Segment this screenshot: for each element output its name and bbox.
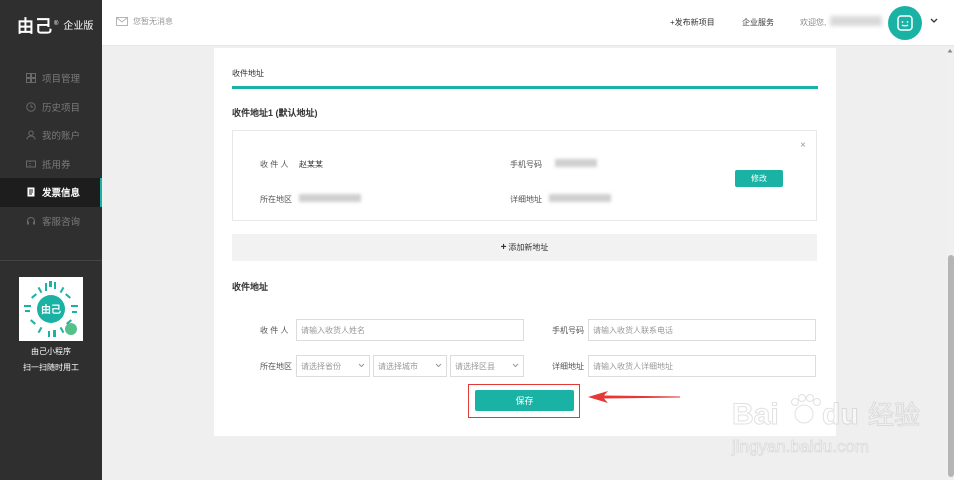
recipient-value: 赵某某 — [299, 160, 323, 169]
message-text: 您暂无消息 — [133, 17, 173, 26]
brand-logo[interactable]: 由己 ® 企业版 — [0, 0, 102, 48]
brand-edition: 企业版 — [63, 20, 94, 32]
recipient-name-input[interactable] — [296, 319, 524, 341]
add-new-address-button[interactable]: + 添加新地址 — [232, 234, 817, 261]
province-select[interactable]: 请选择省份 — [296, 355, 370, 377]
sidebar-item-label: 历史项目 — [42, 102, 81, 114]
headset-icon — [25, 215, 37, 227]
sidebar: 由己 ® 企业版 项目管理 历史项目 我的账户 抵用券 发票信息 客服咨询 由己… — [0, 0, 102, 480]
brand-registered-mark: ® — [54, 21, 59, 27]
tab-shipping-address[interactable]: 收件地址 — [232, 68, 264, 79]
district-select[interactable]: 请选择区县 — [450, 355, 524, 377]
detail-value-blurred — [549, 194, 611, 202]
coupon-icon — [25, 158, 37, 170]
chevron-down-icon[interactable] — [930, 18, 938, 24]
publish-project-link[interactable]: +发布新项目 — [670, 17, 715, 28]
address-card: 收件地址 收件地址1 (默认地址) × 收 件 人 赵某某 手机号码 所在地区 … — [214, 48, 836, 436]
sidebar-nav: 项目管理 历史项目 我的账户 抵用券 发票信息 客服咨询 — [0, 64, 102, 235]
sidebar-item-account[interactable]: 我的账户 — [0, 121, 102, 150]
phone-label: 手机号码 — [510, 160, 542, 169]
grid-icon — [25, 72, 37, 84]
red-arrow-annotation — [588, 391, 680, 403]
form-region-label: 所在地区 — [260, 362, 292, 371]
chevron-down-icon — [358, 363, 365, 368]
province-select-value: 请选择省份 — [301, 361, 341, 371]
saved-address-box: × 收 件 人 赵某某 手机号码 所在地区 详细地址 修改 — [232, 130, 817, 221]
sidebar-item-label: 发票信息 — [42, 188, 81, 200]
sidebar-item-label: 客服咨询 — [42, 216, 81, 228]
form-detail-label: 详细地址 — [552, 362, 584, 371]
saved-address-title: 收件地址1 (默认地址) — [232, 108, 318, 118]
sidebar-item-projects[interactable]: 项目管理 — [0, 64, 102, 93]
top-bar: 您暂无消息 +发布新项目 企业服务 欢迎您, — [102, 0, 954, 46]
sidebar-item-label: 我的账户 — [42, 131, 81, 143]
sidebar-item-coupons[interactable]: 抵用券 — [0, 150, 102, 179]
avatar[interactable] — [888, 6, 922, 40]
scroll-up-arrow-icon[interactable] — [947, 48, 953, 53]
avatar-face-icon — [897, 15, 913, 31]
message-indicator[interactable]: 您暂无消息 — [116, 16, 173, 27]
form-phone-label: 手机号码 — [552, 326, 584, 335]
plus-icon: + — [500, 242, 507, 253]
recipient-label: 收 件 人 — [260, 160, 289, 169]
invoice-icon — [25, 186, 37, 198]
recipient-phone-input[interactable] — [588, 319, 816, 341]
form-recipient-label: 收 件 人 — [260, 326, 289, 335]
phone-value-blurred — [555, 159, 597, 167]
sidebar-item-label: 抵用券 — [42, 159, 71, 171]
mini-program-qr-code: 由己 — [19, 277, 83, 341]
brand-name: 由己 — [17, 16, 53, 36]
region-label: 所在地区 — [260, 195, 292, 204]
sidebar-item-label: 项目管理 — [42, 74, 81, 86]
mail-icon — [116, 17, 128, 26]
sidebar-item-invoice[interactable]: 发票信息 — [0, 178, 102, 207]
watermark-url: jingyan.baidu.com — [731, 437, 869, 456]
sidebar-divider — [0, 260, 102, 261]
qr-code-icon: 由己 — [24, 281, 78, 337]
chevron-down-icon — [512, 363, 519, 368]
district-select-value: 请选择区县 — [455, 361, 495, 371]
chevron-down-icon — [435, 363, 442, 368]
sidebar-item-history[interactable]: 历史项目 — [0, 93, 102, 122]
edit-address-button[interactable]: 修改 — [735, 170, 783, 187]
clock-icon — [25, 101, 37, 113]
detail-label: 详细地址 — [510, 195, 542, 204]
tab-underline — [232, 86, 818, 89]
form-title: 收件地址 — [232, 282, 269, 292]
watermark-cn-text: 经验 — [868, 401, 920, 431]
region-value-blurred — [299, 194, 361, 202]
username-blurred — [830, 16, 882, 26]
user-icon — [25, 129, 37, 141]
add-new-address-label: 添加新地址 — [508, 243, 549, 252]
city-select-value: 请选择城市 — [378, 361, 418, 371]
welcome-text: 欢迎您, — [800, 18, 827, 27]
city-select[interactable]: 请选择城市 — [373, 355, 447, 377]
close-icon[interactable]: × — [800, 140, 806, 151]
qr-caption-title: 由己小程序 — [31, 347, 71, 356]
enterprise-service-link[interactable]: 企业服务 — [742, 17, 774, 28]
sidebar-item-support[interactable]: 客服咨询 — [0, 207, 102, 236]
detail-address-input[interactable] — [588, 355, 816, 377]
qr-caption-subtitle: 扫一扫随时用工 — [23, 363, 79, 372]
save-button[interactable]: 保存 — [475, 390, 574, 411]
scrollbar-thumb[interactable] — [948, 255, 954, 477]
svg-text:由己: 由己 — [41, 303, 61, 316]
